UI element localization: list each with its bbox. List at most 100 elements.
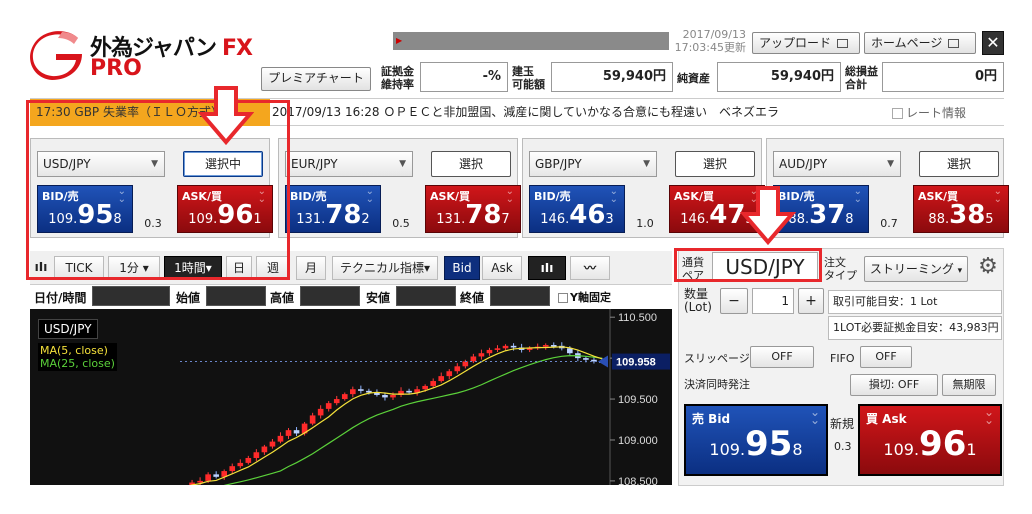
- candle: [422, 385, 428, 390]
- tick-button[interactable]: TICK: [54, 256, 104, 280]
- chart-canvas[interactable]: 110.500110.000109.500109.000108.500109.9…: [30, 309, 672, 495]
- price-chart[interactable]: 110.500110.000109.500109.000108.500109.9…: [30, 309, 672, 495]
- candle: [341, 394, 348, 400]
- expiry-button[interactable]: 無期限: [942, 374, 996, 396]
- currency-pair-select[interactable]: AUD/JPY ▼: [773, 151, 901, 177]
- window-icon: [837, 39, 849, 48]
- technical-indicator-dropdown[interactable]: テクニカル指標▾: [332, 256, 438, 280]
- ask-buy-button[interactable]: ASK/買 ⌄ ⌄ 131.787: [425, 185, 521, 233]
- line-chart-icon[interactable]: 〰: [570, 256, 610, 280]
- ask-buy-button[interactable]: ASK/買 ⌄ ⌄ 88.385: [913, 185, 1009, 233]
- currency-panel: GBP/JPY ▼ 選択 BID/売 ⌄ ⌄ 146.463 1.0 ASK/買 ⌄ ⌄ 146.47…: [522, 138, 765, 238]
- candlestick-icon[interactable]: ıIı: [528, 256, 566, 280]
- low-label: 安値: [366, 291, 391, 305]
- candle: [478, 353, 485, 357]
- close-value: [490, 286, 550, 306]
- candle: [583, 358, 589, 360]
- logo-g-icon: [30, 31, 82, 80]
- stop-loss-button[interactable]: 損切: OFF: [850, 374, 938, 396]
- news-highlight[interactable]: 17:30 GBP 失業率（ＩＬＯ方式）: [36, 103, 223, 120]
- candle: [502, 345, 509, 349]
- pair-label: 通貨 ペア: [682, 256, 704, 282]
- fifo-toggle[interactable]: OFF: [860, 346, 912, 368]
- ticker-strip: [393, 32, 669, 50]
- candle: [245, 457, 252, 463]
- premium-chart-button[interactable]: プレミアチャート: [261, 67, 371, 91]
- homepage-button[interactable]: ホームページ: [864, 32, 976, 54]
- ask-buy-button[interactable]: ASK/買 ⌄ ⌄ 146.473: [669, 185, 765, 233]
- buy-price: 109.961: [883, 424, 977, 464]
- candle: [430, 381, 437, 386]
- quantity-minus-button[interactable]: −: [720, 288, 748, 314]
- bid-sell-button[interactable]: BID/売 ⌄ ⌄ 131.782: [285, 185, 381, 233]
- chevrons-icon: ⌄ ⌄: [983, 405, 994, 427]
- sell-price: 109.958: [709, 424, 803, 464]
- bid-sell-button[interactable]: BID/売 ⌄ ⌄ 146.463: [529, 185, 625, 233]
- margin-ratio-value: -%: [420, 62, 508, 92]
- select-pair-button[interactable]: 選択: [431, 151, 511, 177]
- candle: [197, 480, 203, 483]
- currency-pair-select[interactable]: USD/JPY ▼: [37, 151, 165, 177]
- chevron-down-icon: ▾: [957, 266, 963, 276]
- candle: [366, 390, 372, 393]
- margin-ratio-label: 証拠金 維持率: [381, 65, 414, 91]
- currency-pair-select[interactable]: EUR/JPY ▼: [285, 151, 413, 177]
- y-axis-fixed-checkbox[interactable]: [558, 293, 568, 303]
- bid-sell-button[interactable]: BID/売 ⌄ ⌄ 88.378: [773, 185, 869, 233]
- y-tick-label: 109.500: [618, 394, 658, 406]
- open-label: 始値: [176, 291, 201, 305]
- candle: [293, 430, 300, 434]
- ticker-arrow-icon: ▶: [396, 36, 403, 45]
- select-pair-button[interactable]: 選択: [675, 151, 755, 177]
- candle: [285, 430, 292, 436]
- slippage-toggle[interactable]: OFF: [750, 346, 814, 368]
- minute-1-dropdown[interactable]: 1分 ▾: [108, 256, 160, 280]
- y-axis-fixed-toggle[interactable]: Y軸固定: [558, 289, 611, 305]
- candle: [317, 408, 324, 416]
- datetime-value: [92, 286, 170, 306]
- candle: [333, 399, 340, 404]
- close-button[interactable]: ✕: [982, 31, 1004, 55]
- bid-price: 131.782: [296, 200, 370, 230]
- quantity-plus-button[interactable]: +: [798, 288, 824, 314]
- currency-panel: EUR/JPY ▼ 選択 BID/売 ⌄ ⌄ 131.782 0.5 ASK/買 ⌄ ⌄ 131.78…: [278, 138, 521, 238]
- low-value: [396, 286, 456, 306]
- candle: [309, 415, 316, 424]
- gear-icon[interactable]: ⚙: [974, 254, 1002, 282]
- candle: [462, 361, 469, 367]
- month-button[interactable]: 月: [296, 256, 326, 280]
- week-button[interactable]: 週: [256, 256, 290, 280]
- candle: [438, 376, 445, 382]
- candle: [567, 348, 573, 354]
- select-pair-button[interactable]: 選択中: [183, 151, 263, 177]
- high-label: 高値: [270, 291, 295, 305]
- bid-toggle[interactable]: Bid: [444, 256, 480, 280]
- quantity-input[interactable]: 1: [752, 288, 794, 314]
- candle: [510, 345, 517, 348]
- candle: [261, 446, 268, 453]
- spread-value: 0.7: [880, 217, 898, 230]
- chart-legend: MA(5, close) MA(25, close): [38, 343, 117, 371]
- bid-price: 88.378: [788, 200, 854, 230]
- rate-info-checkbox[interactable]: [892, 108, 903, 119]
- bid-sell-button[interactable]: BID/売 ⌄ ⌄ 109.958: [37, 185, 133, 233]
- select-pair-button[interactable]: 選択: [919, 151, 999, 177]
- close-label: 終値: [460, 291, 485, 305]
- hour-1-dropdown[interactable]: 1時間▾: [164, 256, 222, 280]
- rate-info-toggle[interactable]: レート情報: [892, 104, 966, 121]
- open-value: [206, 286, 266, 306]
- news-headline[interactable]: 2017/09/13 16:28 ＯＰＥＣと非加盟国、減産に関していかなる合意に…: [272, 103, 779, 120]
- buy-ask-button[interactable]: 買 Ask ⌄ ⌄ 109.961: [858, 404, 1002, 476]
- ask-toggle[interactable]: Ask: [482, 256, 522, 280]
- currency-pair-select[interactable]: GBP/JPY ▼: [529, 151, 657, 177]
- day-button[interactable]: 日: [226, 256, 252, 280]
- new-order-label: 新規: [830, 417, 855, 431]
- ask-buy-button[interactable]: ASK/買 ⌄ ⌄ 109.961: [177, 185, 273, 233]
- order-spread: 0.3: [834, 440, 852, 453]
- order-type-dropdown[interactable]: ストリーミング ▾: [864, 256, 968, 282]
- bar-chart-icon[interactable]: ıIı: [32, 256, 50, 280]
- upload-button[interactable]: アップロード: [752, 32, 860, 54]
- candle: [542, 345, 549, 347]
- candle: [349, 389, 356, 395]
- sell-bid-button[interactable]: 売 Bid ⌄ ⌄ 109.958: [684, 404, 828, 476]
